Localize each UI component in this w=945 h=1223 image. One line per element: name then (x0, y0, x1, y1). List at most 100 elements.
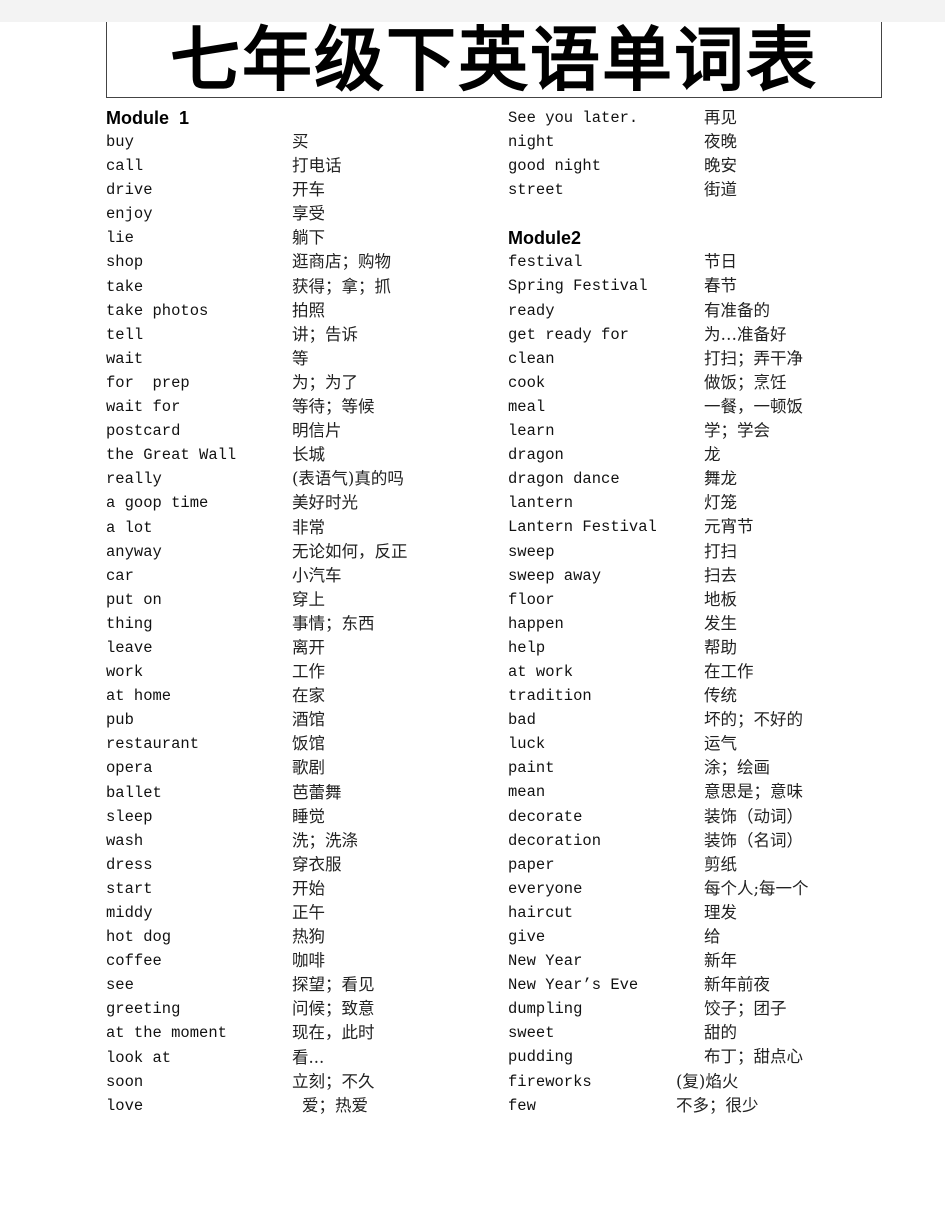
vocab-entry: love 爱；热爱 (106, 1094, 368, 1118)
english-word: pub (106, 711, 134, 730)
vocab-entry: learn 学；学会 (508, 419, 770, 443)
chinese-meaning: 新年 (704, 951, 737, 971)
vocab-entry: Lantern Festival 元宵节 (508, 515, 754, 539)
vocab-entry: good night 晚安 (508, 154, 737, 178)
chinese-meaning: 涂；绘画 (704, 758, 770, 778)
english-word: work (106, 663, 144, 682)
chinese-meaning: 传统 (704, 686, 737, 706)
english-word: the Great Wall (106, 446, 237, 465)
vocab-entry: sweet 甜的 (508, 1021, 737, 1045)
chinese-meaning: 饺子；团子 (704, 999, 787, 1019)
vocab-entry: car 小汽车 (106, 564, 342, 588)
chinese-meaning: (复)焰火 (676, 1071, 739, 1091)
chinese-meaning: 装饰（名词） (704, 830, 803, 850)
chinese-meaning: 帮助 (704, 637, 737, 657)
english-word: greeting (106, 1000, 181, 1019)
chinese-meaning: 做饭；烹饪 (704, 372, 787, 392)
english-word: sweep (508, 542, 555, 561)
vocab-entry: at home 在家 (106, 684, 325, 708)
vocab-entry: sleep 睡觉 (106, 805, 325, 829)
vocab-entry: lie 躺下 (106, 226, 325, 250)
english-word: Spring Festival (508, 277, 648, 296)
module-2-heading: Module2 (508, 228, 582, 249)
english-word: floor (508, 590, 555, 609)
vocab-entry: put on 穿上 (106, 588, 325, 612)
english-word: luck (508, 735, 546, 754)
chinese-meaning: 有准备的 (704, 300, 770, 320)
chinese-meaning: 小汽车 (292, 565, 342, 585)
chinese-meaning: 发生 (704, 613, 737, 633)
chinese-meaning: 在工作 (704, 661, 754, 681)
vocab-entry: floor 地板 (508, 588, 737, 612)
vocab-entry: postcard 明信片 (106, 419, 342, 443)
chinese-meaning: 春节 (704, 276, 737, 296)
vocab-entry: soon 立刻；不久 (106, 1070, 375, 1094)
vocab-entry: buy 买 (106, 130, 309, 154)
chinese-meaning: 地板 (704, 589, 737, 609)
english-word: lantern (508, 494, 574, 513)
vocab-entry: start 开始 (106, 877, 325, 901)
chinese-meaning: 新年前夜 (704, 975, 770, 995)
vocab-entry: few 不多；很少 (508, 1094, 759, 1118)
chinese-meaning: 舞龙 (704, 469, 737, 489)
english-word: soon (106, 1072, 144, 1091)
chinese-meaning: 无论如何，反正 (292, 541, 408, 561)
english-word: bad (508, 711, 536, 730)
chinese-meaning: 给 (704, 927, 721, 946)
vocab-entry: paint 涂；绘画 (508, 756, 770, 780)
vocab-entry: wait for 等待；等候 (106, 395, 375, 419)
english-word: See you later. (508, 109, 639, 127)
chinese-meaning: 为…准备好 (704, 324, 787, 344)
vocab-entry: tradition 传统 (508, 684, 737, 708)
chinese-meaning: 美好时光 (292, 493, 358, 513)
vocab-entry: help 帮助 (508, 636, 737, 660)
chinese-meaning: 看... (292, 1047, 325, 1067)
chinese-meaning: 开始 (292, 878, 325, 898)
chinese-meaning: 热狗 (292, 927, 325, 947)
vocab-entry: See you later. 再见 (508, 106, 737, 130)
chinese-meaning: 节日 (704, 252, 737, 272)
vocab-entry: New Year 新年 (508, 949, 737, 973)
english-word: car (106, 566, 134, 585)
chinese-meaning: 坏的；不好的 (704, 710, 803, 730)
chinese-meaning: 芭蕾舞 (292, 782, 342, 802)
english-word: everyone (508, 879, 583, 898)
english-word: learn (508, 422, 555, 441)
english-word: sweet (508, 1024, 555, 1043)
vocab-entry: mean 意思是；意味 (508, 780, 803, 804)
vocab-entry: for prep 为；为了 (106, 371, 358, 395)
vocab-entry: leave 离开 (106, 636, 325, 660)
english-word: Lantern Festival (508, 518, 657, 537)
chinese-meaning: 非常 (292, 517, 325, 537)
chinese-meaning: 晚安 (704, 156, 737, 176)
english-word: a lot (106, 518, 153, 537)
vocab-entry: haircut 理发 (508, 901, 737, 925)
chinese-meaning: 打电话 (292, 156, 342, 176)
english-word: wait for (106, 398, 181, 417)
english-word: leave (106, 638, 153, 657)
document-page: 七年级下英语单词表 Module 1 buy 买 call 打电话 drive 开车 enj… (0, 0, 945, 1223)
chinese-meaning: 灯笼 (704, 493, 737, 513)
vocab-entry: middy 正午 (106, 901, 325, 925)
chinese-meaning: 立刻；不久 (292, 1071, 375, 1091)
english-word: take photos (106, 301, 209, 320)
vocab-entry: at the moment 现在，此时 (106, 1021, 375, 1045)
chinese-meaning: 一餐，一顿饭 (704, 396, 803, 416)
chinese-meaning: 讲；告诉 (292, 324, 358, 344)
chinese-meaning: 探望；看见 (292, 975, 375, 995)
english-word: see (106, 976, 134, 995)
chinese-meaning: 打扫 (704, 541, 737, 561)
vocab-entry: give 给 (508, 925, 721, 949)
chinese-meaning: 爱；热爱 (302, 1095, 368, 1115)
vocab-entry: lantern 灯笼 (508, 491, 737, 515)
vocab-entry: take photos 拍照 (106, 299, 325, 323)
vocab-entry: shop 逛商店；购物 (106, 250, 391, 274)
english-word: wait (106, 349, 144, 368)
vocab-entry: a lot 非常 (106, 516, 325, 540)
chinese-meaning: 夜晚 (704, 132, 737, 152)
vocab-entry: really (表语气)真的吗 (106, 467, 404, 491)
chinese-meaning: 长城 (292, 445, 325, 465)
chinese-meaning: 打扫；弄干净 (704, 348, 803, 368)
chinese-meaning: 装饰（动词） (704, 806, 803, 826)
vocab-entry: restaurant 饭馆 (106, 732, 325, 756)
